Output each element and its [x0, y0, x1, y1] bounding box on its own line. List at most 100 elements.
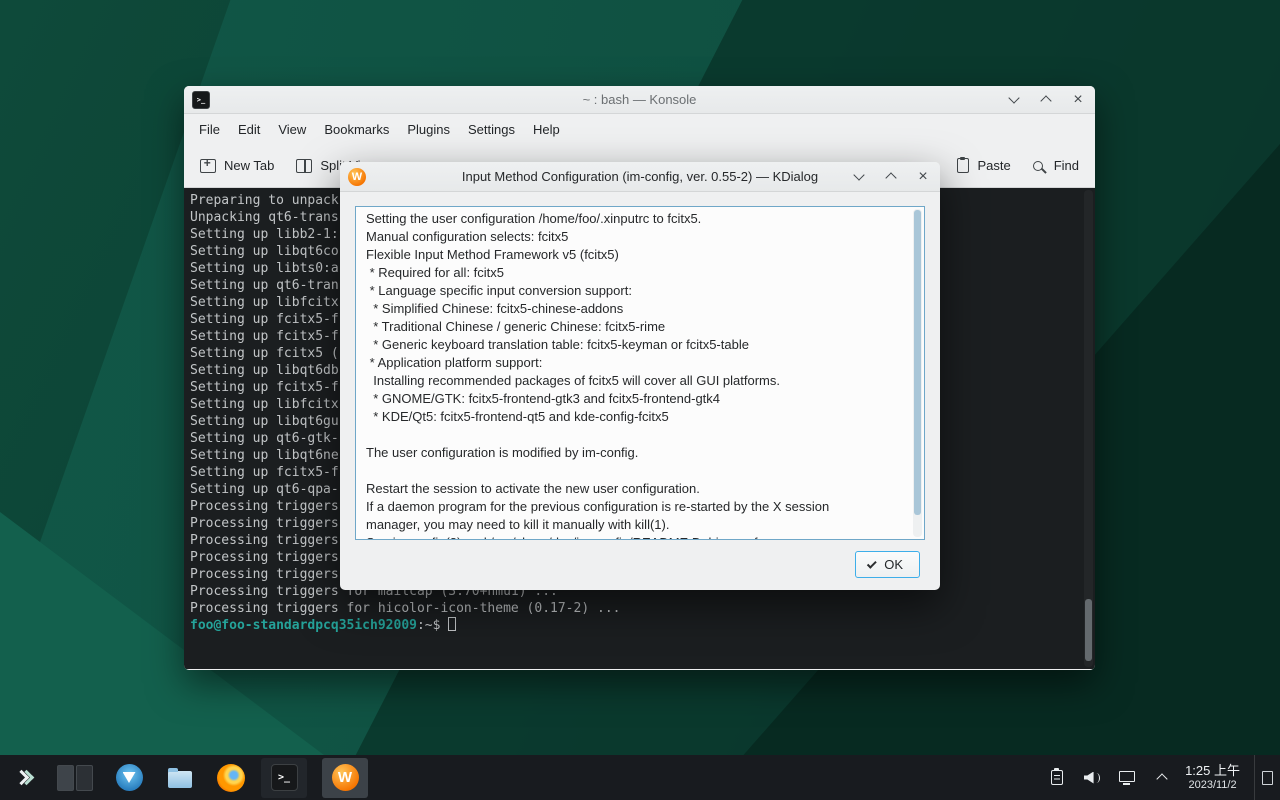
prompt-user-host: foo@foo-standardpcq35ich92009: [190, 618, 417, 633]
folder-icon: [168, 771, 192, 788]
konsole-menubar: File Edit View Bookmarks Plugins Setting…: [184, 114, 1095, 144]
show-desktop-button[interactable]: [1254, 755, 1280, 800]
paste-label: Paste: [977, 158, 1010, 173]
dialog-text-line: If a daemon program for the previous con…: [366, 498, 914, 516]
chevron-up-icon: [1156, 773, 1167, 784]
dialog-text-area[interactable]: Setting the user configuration /home/foo…: [355, 206, 925, 540]
dialog-text-line: Restart the session to activate the new …: [366, 480, 914, 498]
dialog-text-line: manager, you may need to kill it manuall…: [366, 516, 914, 534]
new-tab-label: New Tab: [224, 158, 274, 173]
terminal-prompt: foo@foo-standardpcq35ich92009:~$: [190, 617, 1095, 634]
konsole-icon-glyph: >_: [278, 772, 290, 783]
konsole-icon: >_: [271, 764, 298, 791]
find-icon: [1033, 161, 1043, 171]
dialog-text-line: [366, 426, 914, 444]
konsole-window-controls: ×: [1005, 91, 1087, 109]
clipboard-icon: [1051, 770, 1063, 785]
konsole-titlebar[interactable]: >_ ~ : bash — Konsole ×: [184, 86, 1095, 114]
dialog-text-line: The user configuration is modified by im…: [366, 444, 914, 462]
dialog-close-button[interactable]: ×: [914, 168, 932, 186]
maximize-button[interactable]: [1037, 91, 1055, 109]
desktop-1-cell[interactable]: [57, 765, 74, 791]
discover-launcher[interactable]: [114, 763, 144, 793]
dialog-minimize-button[interactable]: [850, 168, 868, 186]
dialog-text-line: * Language specific input conversion sup…: [366, 282, 914, 300]
konsole-icon: >_: [192, 91, 210, 109]
minimize-icon: [1008, 92, 1019, 103]
close-icon: ×: [1073, 92, 1082, 108]
system-tray: [1048, 769, 1171, 787]
menu-settings[interactable]: Settings: [459, 122, 524, 137]
volume-tray-button[interactable]: [1083, 769, 1101, 787]
virtual-desktop-pager[interactable]: [57, 765, 93, 791]
dialog-text-line: * Traditional Chinese / generic Chinese:…: [366, 318, 914, 336]
dialog-scrollbar-thumb[interactable]: [914, 210, 921, 515]
dialog-scrollbar[interactable]: [913, 209, 922, 537]
firefox-icon: [217, 764, 245, 792]
menu-bookmarks[interactable]: Bookmarks: [315, 122, 398, 137]
split-view-icon: [296, 159, 312, 173]
dialog-text-line: * Generic keyboard translation table: fc…: [366, 336, 914, 354]
close-icon: ×: [918, 169, 927, 185]
digital-clock[interactable]: 1:25 上午 2023/11/2: [1185, 763, 1240, 792]
menu-view[interactable]: View: [269, 122, 315, 137]
dialog-text-line: See im-config(8) and /usr/share/doc/im-c…: [366, 534, 914, 540]
taskbar: >_ W 1:25 上午 2023/11/2: [0, 755, 1280, 800]
discover-icon: [116, 764, 143, 791]
dialog-text-line: * GNOME/GTK: fcitx5-frontend-gtk3 and fc…: [366, 390, 914, 408]
clipboard-tray-button[interactable]: [1048, 769, 1066, 787]
terminal-cursor: [448, 617, 456, 631]
dialog-text-line: [366, 462, 914, 480]
volume-icon: [1084, 771, 1101, 785]
paste-icon: [957, 158, 969, 173]
task-kdialog[interactable]: W: [322, 758, 368, 798]
close-button[interactable]: ×: [1069, 91, 1087, 109]
desktop-2-cell[interactable]: [76, 765, 93, 791]
kdialog-icon: W: [348, 168, 366, 186]
find-label: Find: [1054, 158, 1079, 173]
terminal-scrollbar-thumb[interactable]: [1085, 599, 1092, 661]
menu-file[interactable]: File: [190, 122, 229, 137]
find-button[interactable]: Find: [1033, 158, 1079, 173]
terminal-scrollbar[interactable]: [1084, 190, 1093, 667]
display-tray-button[interactable]: [1118, 769, 1136, 787]
clock-time: 1:25 上午: [1185, 763, 1240, 779]
maximize-icon: [885, 172, 896, 183]
expand-tray-button[interactable]: [1153, 769, 1171, 787]
ok-button[interactable]: OK: [855, 551, 920, 578]
new-tab-icon: [200, 159, 216, 173]
menu-edit[interactable]: Edit: [229, 122, 269, 137]
file-manager-launcher[interactable]: [165, 763, 195, 793]
new-tab-button[interactable]: New Tab: [200, 158, 274, 173]
menu-plugins[interactable]: Plugins: [398, 122, 459, 137]
dialog-text-line: Manual configuration selects: fcitx5: [366, 228, 914, 246]
clock-date: 2023/11/2: [1185, 779, 1240, 792]
dialog-text-line: Setting the user configuration /home/foo…: [366, 210, 914, 228]
dialog-titlebar[interactable]: W Input Method Configuration (im-config,…: [340, 162, 940, 192]
display-icon: [1119, 771, 1135, 782]
menu-help[interactable]: Help: [524, 122, 569, 137]
konsole-icon-glyph: >_: [197, 96, 205, 104]
application-launcher-button[interactable]: [5, 759, 43, 797]
im-config-dialog: W Input Method Configuration (im-config,…: [340, 162, 940, 590]
dialog-text-line: * Simplified Chinese: fcitx5-chinese-add…: [366, 300, 914, 318]
dialog-text-line: * Application platform support:: [366, 354, 914, 372]
check-icon: [867, 559, 877, 569]
dialog-text-line: * Required for all: fcitx5: [366, 264, 914, 282]
paste-button[interactable]: Paste: [957, 158, 1010, 173]
dialog-title: Input Method Configuration (im-config, v…: [462, 169, 818, 184]
dialog-text-line: Installing recommended packages of fcitx…: [366, 372, 914, 390]
dialog-text-line: * KDE/Qt5: fcitx5-frontend-qt5 and kde-c…: [366, 408, 914, 426]
konsole-window-title: ~ : bash — Konsole: [583, 92, 697, 107]
dialog-window-controls: ×: [850, 168, 932, 186]
dialog-maximize-button[interactable]: [882, 168, 900, 186]
terminal-line: Processing triggers for hicolor-icon-the…: [190, 600, 1095, 617]
kdialog-icon: W: [332, 764, 359, 791]
dialog-text-line: Flexible Input Method Framework v5 (fcit…: [366, 246, 914, 264]
task-konsole[interactable]: >_: [261, 758, 307, 798]
prompt-suffix: :~$: [417, 618, 440, 633]
dialog-button-row: OK: [855, 551, 920, 578]
minimize-button[interactable]: [1005, 91, 1023, 109]
minimize-icon: [853, 169, 864, 180]
firefox-launcher[interactable]: [216, 763, 246, 793]
